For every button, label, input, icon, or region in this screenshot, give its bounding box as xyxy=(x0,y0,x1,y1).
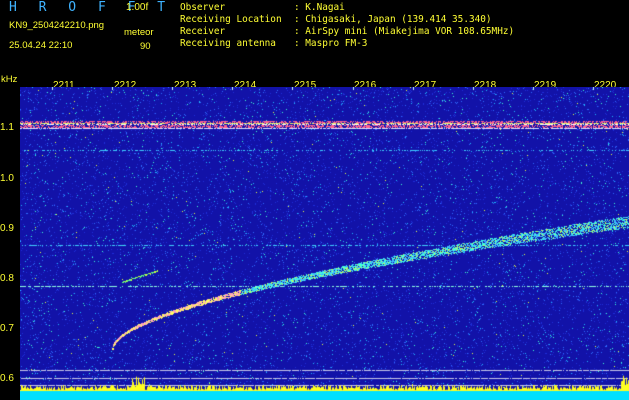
version-label: 1.00f xyxy=(126,2,149,13)
y-tick-label: 0.8 xyxy=(0,273,14,284)
info-key: Receiving antenna xyxy=(180,38,276,49)
y-tick-label: 1.0 xyxy=(0,173,14,184)
y-tick-label: 0.6 xyxy=(0,373,14,384)
info-value: : Chigasaki, Japan (139.414 35.340) xyxy=(294,14,492,25)
info-row: Observer : K.Nagai xyxy=(180,2,514,14)
spectrogram-canvas xyxy=(20,87,629,400)
info-value: : Maspro FM-3 xyxy=(294,38,368,49)
station-info: Observer : K.Nagai Receiving Location : Ch… xyxy=(180,2,514,50)
info-value: : K.Nagai xyxy=(294,2,345,13)
info-key: Receiver xyxy=(180,26,226,37)
y-tick-label: 0.9 xyxy=(0,223,14,234)
info-row: Receiving Location : Chigasaki, Japan (13… xyxy=(180,14,514,26)
timestamp: 25.04.24 22:10 xyxy=(9,40,73,51)
info-key: Receiving Location xyxy=(180,14,282,25)
info-row: Receiver : AirSpy mini (Miakejima VOR 108… xyxy=(180,26,514,38)
meteor-count: 90 xyxy=(140,41,151,52)
meteor-label: meteor xyxy=(124,27,154,38)
y-tick-label: 0.7 xyxy=(0,323,14,334)
file-name: KN9_2504242210.png xyxy=(9,20,105,31)
y-unit-label: kHz xyxy=(1,74,18,85)
header-panel: H R O F F T 1.00f KN9_2504242210.png met… xyxy=(0,0,629,75)
info-value: : AirSpy mini (Miakejima VOR 108.65MHz) xyxy=(294,26,515,37)
info-row: Receiving antenna : Maspro FM-3 xyxy=(180,38,514,50)
y-tick-label: 1.1 xyxy=(0,122,14,133)
info-key: Observer xyxy=(180,2,226,13)
